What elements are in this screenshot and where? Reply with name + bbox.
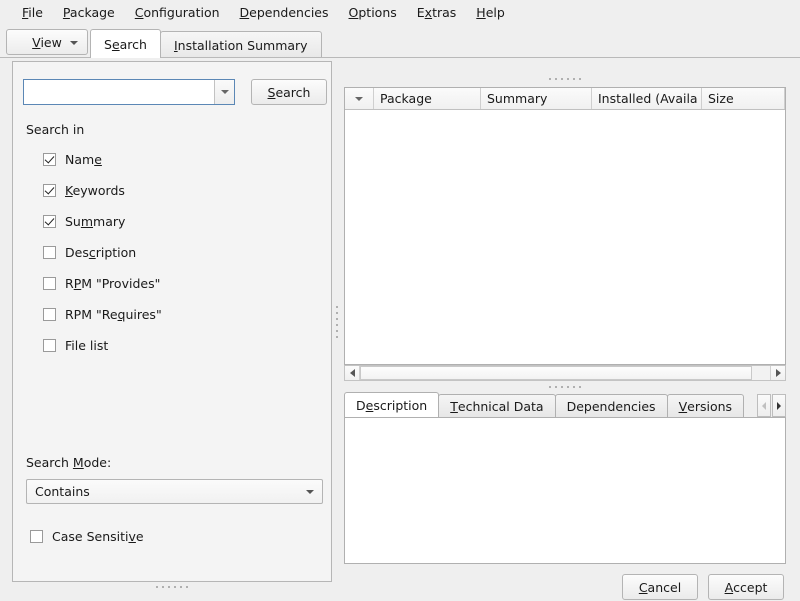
table-header-menu-button[interactable]: [345, 88, 374, 109]
chevron-down-icon: [306, 490, 314, 494]
triangle-right-icon: [776, 369, 781, 377]
checkbox-box: [43, 246, 56, 259]
search-query-row: Search: [23, 79, 323, 105]
search-in-option-keywords[interactable]: Keywords: [43, 175, 323, 206]
detail-content-panel[interactable]: [344, 417, 786, 564]
table-header-summary[interactable]: Summary: [481, 88, 592, 109]
search-panel: Search Search in Name Keywords Summary Desc…: [12, 61, 332, 582]
chevron-down-icon: [70, 41, 78, 45]
splitter-grip-icon: [156, 586, 188, 588]
checkbox-box: [30, 530, 43, 543]
package-table-header: Package Summary Installed (Availa Size: [345, 88, 785, 110]
detail-tab-versions[interactable]: Versions: [667, 394, 744, 417]
search-in-checkbox-group: Name Keywords Summary Description RPM "Provi…: [43, 144, 323, 361]
menu-item-configuration[interactable]: Configuration: [125, 3, 230, 22]
detail-tabs-scroll-buttons: [756, 394, 786, 417]
detail-tab-dependencies[interactable]: Dependencies: [555, 394, 668, 417]
detail-splitter[interactable]: [342, 383, 788, 391]
checkbox-label: Summary: [65, 214, 125, 229]
search-in-option-rpm-requires[interactable]: RPM "Requires": [43, 299, 323, 330]
chevron-down-icon: [221, 90, 229, 94]
triangle-left-icon: [762, 402, 766, 410]
hscrollbar-thumb[interactable]: [360, 366, 752, 380]
menu-item-package[interactable]: Package: [53, 3, 125, 22]
search-button[interactable]: Search: [251, 79, 327, 105]
table-header-label: Size: [708, 91, 734, 106]
splitter-grip-icon: [549, 386, 581, 388]
detail-tab-technical-data[interactable]: Technical Data: [438, 394, 555, 417]
search-button-label: Search: [268, 85, 311, 100]
case-sensitive-checkbox[interactable]: Case Sensitive: [30, 529, 144, 544]
package-table-hscrollbar[interactable]: [344, 365, 786, 381]
accept-button[interactable]: Accept: [708, 574, 784, 600]
detail-tab-description[interactable]: Description: [344, 392, 439, 417]
checkbox-label: Keywords: [65, 183, 125, 198]
search-history-dropdown-button[interactable]: [214, 80, 234, 104]
search-in-option-description[interactable]: Description: [43, 237, 323, 268]
table-header-label: Installed (Availa: [598, 91, 698, 106]
checkbox-label: RPM "Provides": [65, 276, 160, 291]
tab-installation-summary[interactable]: Installation Summary: [160, 31, 322, 58]
package-area: Package Summary Installed (Availa Size Desc…: [342, 61, 788, 582]
package-table-body[interactable]: [345, 110, 785, 364]
menu-item-file[interactable]: File: [12, 3, 53, 22]
checkbox-box: [43, 308, 56, 321]
top-splitter[interactable]: [342, 75, 788, 83]
main-content: Search Search in Name Keywords Summary Desc…: [0, 58, 800, 600]
search-in-option-summary[interactable]: Summary: [43, 206, 323, 237]
checkbox-box: [43, 277, 56, 290]
left-panel-bottom-splitter[interactable]: [12, 582, 332, 592]
search-in-option-name[interactable]: Name: [43, 144, 323, 175]
case-sensitive-label: Case Sensitive: [52, 529, 144, 544]
triangle-right-icon: [777, 402, 781, 410]
detail-tabs-scroll-right-button[interactable]: [772, 394, 786, 417]
search-mode-label: Search Mode:: [26, 455, 111, 470]
table-header-installed-availa[interactable]: Installed (Availa: [592, 88, 702, 109]
checkbox-label: File list: [65, 338, 108, 353]
menu-item-dependencies[interactable]: Dependencies: [230, 3, 339, 22]
checkbox-box: [43, 339, 56, 352]
menu-item-extras[interactable]: Extras: [407, 3, 467, 22]
search-mode-value: Contains: [35, 484, 90, 499]
search-in-option-file-list[interactable]: File list: [43, 330, 323, 361]
view-dropdown-button[interactable]: View: [6, 29, 88, 55]
chevron-down-icon: [355, 97, 363, 101]
checkbox-box: [43, 215, 56, 228]
tab-search[interactable]: Search: [90, 29, 161, 58]
table-header-package[interactable]: Package: [374, 88, 481, 109]
detail-tabs-scroll-left-button[interactable]: [757, 394, 771, 417]
search-mode-select[interactable]: Contains: [26, 479, 323, 504]
splitter-grip-icon: [549, 78, 581, 80]
checkbox-box: [43, 184, 56, 197]
main-tabs: SearchInstallation Summary: [90, 24, 321, 58]
package-table[interactable]: Package Summary Installed (Availa Size: [344, 87, 786, 365]
checkbox-box: [43, 153, 56, 166]
checkbox-label: RPM "Requires": [65, 307, 162, 322]
scroll-left-button[interactable]: [345, 366, 360, 380]
hscrollbar-track[interactable]: [360, 366, 770, 380]
triangle-left-icon: [350, 369, 355, 377]
dialog-buttons: Cancel Accept: [342, 573, 788, 601]
cancel-button[interactable]: Cancel: [622, 574, 698, 600]
checkbox-label: Description: [65, 245, 136, 260]
menu-item-options[interactable]: Options: [339, 3, 407, 22]
table-header-size[interactable]: Size: [702, 88, 785, 109]
view-button-label: View: [32, 35, 62, 50]
menu-item-help[interactable]: Help: [466, 3, 515, 22]
scroll-right-button[interactable]: [770, 366, 785, 380]
menu-bar: FilePackageConfigurationDependenciesOpti…: [0, 0, 800, 24]
search-in-option-rpm-provides[interactable]: RPM "Provides": [43, 268, 323, 299]
top-tab-strip: View SearchInstallation Summary: [0, 24, 800, 58]
splitter-grip-icon: [336, 306, 338, 338]
search-input-combo[interactable]: [23, 79, 235, 105]
vertical-splitter[interactable]: [332, 61, 342, 582]
table-header-label: Package: [380, 91, 432, 106]
detail-tabs: DescriptionTechnical DataDependenciesVer…: [344, 392, 786, 417]
checkbox-label: Name: [65, 152, 102, 167]
search-in-label: Search in: [26, 122, 84, 137]
table-header-label: Summary: [487, 91, 547, 106]
